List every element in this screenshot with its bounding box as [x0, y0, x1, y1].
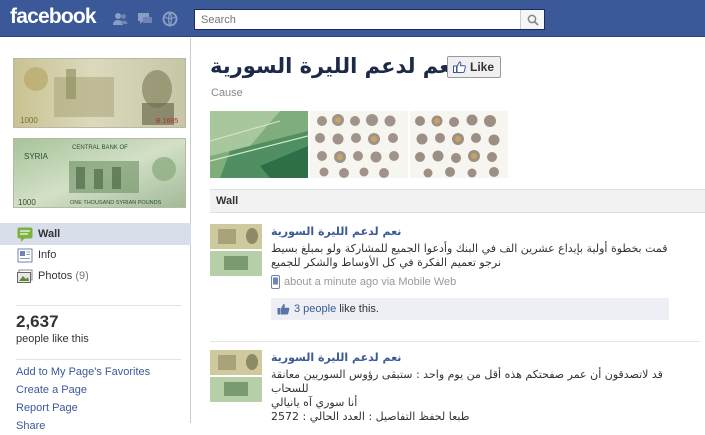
post-message-line: طبعا لحفظ التفاصيل : العدد الحالي : 2572	[271, 410, 470, 423]
post-message: قمت بخطوة أولية بإيداع عشرين الف في البن…	[271, 242, 671, 270]
likes-summary: 2,637 people like this	[16, 305, 181, 345]
nav-photos-count: (9)	[75, 270, 89, 282]
svg-text:1000: 1000	[18, 198, 36, 207]
nav-info-label: Info	[38, 249, 57, 261]
facebook-logo[interactable]: facebook	[10, 5, 97, 29]
page-actions: Add to My Page's Favorites Create a Page…	[16, 359, 181, 435]
post-message-line: قمت بخطوة أولية بإيداع عشرين الف في البن…	[271, 242, 668, 255]
post-timestamp[interactable]: about a minute ago via Mobile Web	[284, 276, 456, 288]
wall-icon	[17, 227, 33, 242]
wall-section-header: Wall	[210, 189, 705, 213]
info-icon	[17, 248, 33, 263]
svg-text:1000: 1000	[20, 116, 38, 125]
create-page-link[interactable]: Create a Page	[16, 381, 181, 399]
post-likes-suffix: like this.	[339, 303, 379, 315]
post-message: قد لاتصدقون أن عمر صفحتكم هذه أقل من يوم…	[271, 368, 671, 424]
page-category: Cause	[211, 87, 243, 99]
nav-info[interactable]: Info	[0, 245, 191, 266]
add-to-favorites-link[interactable]: Add to My Page's Favorites	[16, 363, 181, 381]
left-column: 1000 B 1685 SYRIA CENTRAL BANK OF ONE TH…	[0, 38, 191, 432]
messages-icon[interactable]	[137, 11, 153, 27]
svg-text:ONE THOUSAND SYRIAN POUNDS: ONE THOUSAND SYRIAN POUNDS	[70, 200, 162, 206]
top-bar: facebook	[0, 0, 705, 37]
likes-count: 2,637	[16, 312, 59, 331]
nav-wall-label: Wall	[38, 228, 61, 240]
post-likers-link[interactable]: 3 people	[294, 303, 336, 315]
share-link[interactable]: Share	[16, 417, 181, 435]
main-content: نعم لدعم الليرة السورية Like Cause Wall …	[191, 38, 705, 423]
strip-photo-coins-2[interactable]	[410, 111, 508, 178]
like-page-button[interactable]: Like	[447, 56, 501, 78]
post-author-name[interactable]: نعم لدعم الليرة السورية	[271, 351, 401, 364]
wall-post: نعم لدعم الليرة السورية قد لاتصدقون أن ع…	[210, 341, 700, 423]
profile-picture[interactable]: 1000 B 1685	[13, 58, 186, 128]
post-message-line: أنا سوري آه يانيالي	[271, 396, 358, 409]
post-message-line: قد لاتصدقون أن عمر صفحتكم هذه أقل من يوم…	[271, 368, 663, 381]
post-message-line: نرجو تعميم الفكرة في كل الأوساط والشكر ل…	[271, 256, 502, 269]
post-likes-bar: 3 people like this.	[271, 298, 669, 320]
strip-photo-coins-1[interactable]	[310, 111, 408, 178]
notifications-icon[interactable]	[162, 11, 178, 27]
nav-wall[interactable]: Wall	[0, 224, 191, 245]
post-meta: about a minute ago via Mobile Web	[271, 275, 456, 289]
photos-icon	[17, 269, 33, 283]
thumbs-up-icon	[453, 61, 466, 73]
search-button[interactable]	[520, 10, 544, 29]
svg-text:CENTRAL BANK OF: CENTRAL BANK OF	[72, 145, 128, 151]
svg-text:B 1685: B 1685	[156, 118, 178, 125]
post-author-avatar[interactable]	[210, 224, 262, 276]
friends-icon[interactable]	[112, 11, 128, 27]
post-message-line: للسحاب	[271, 382, 309, 395]
like-button-label: Like	[470, 60, 495, 74]
search-box	[194, 9, 545, 30]
likes-label: people like this	[16, 333, 89, 345]
svg-text:SYRIA: SYRIA	[24, 152, 49, 161]
page-title: نعم لدعم الليرة السورية	[210, 54, 459, 78]
nav-photos[interactable]: Photos (9)	[0, 266, 191, 287]
search-input[interactable]	[195, 10, 520, 29]
banknote-front-image: 1000 B 1685	[14, 59, 185, 127]
strip-photo-banknotes[interactable]	[210, 111, 308, 178]
report-page-link[interactable]: Report Page	[16, 399, 181, 417]
post-author-name[interactable]: نعم لدعم الليرة السورية	[271, 225, 401, 238]
nav-photos-label: Photos	[38, 270, 73, 282]
page-navigation: Wall Info Photos (9)	[0, 223, 191, 287]
search-icon	[527, 14, 539, 26]
thumbs-up-icon	[277, 303, 290, 315]
banknote-back-image: SYRIA CENTRAL BANK OF ONE THOUSAND SYRIA…	[13, 138, 186, 208]
mobile-phone-icon	[271, 275, 280, 289]
photo-strip	[210, 111, 508, 178]
post-author-avatar[interactable]	[210, 350, 262, 402]
